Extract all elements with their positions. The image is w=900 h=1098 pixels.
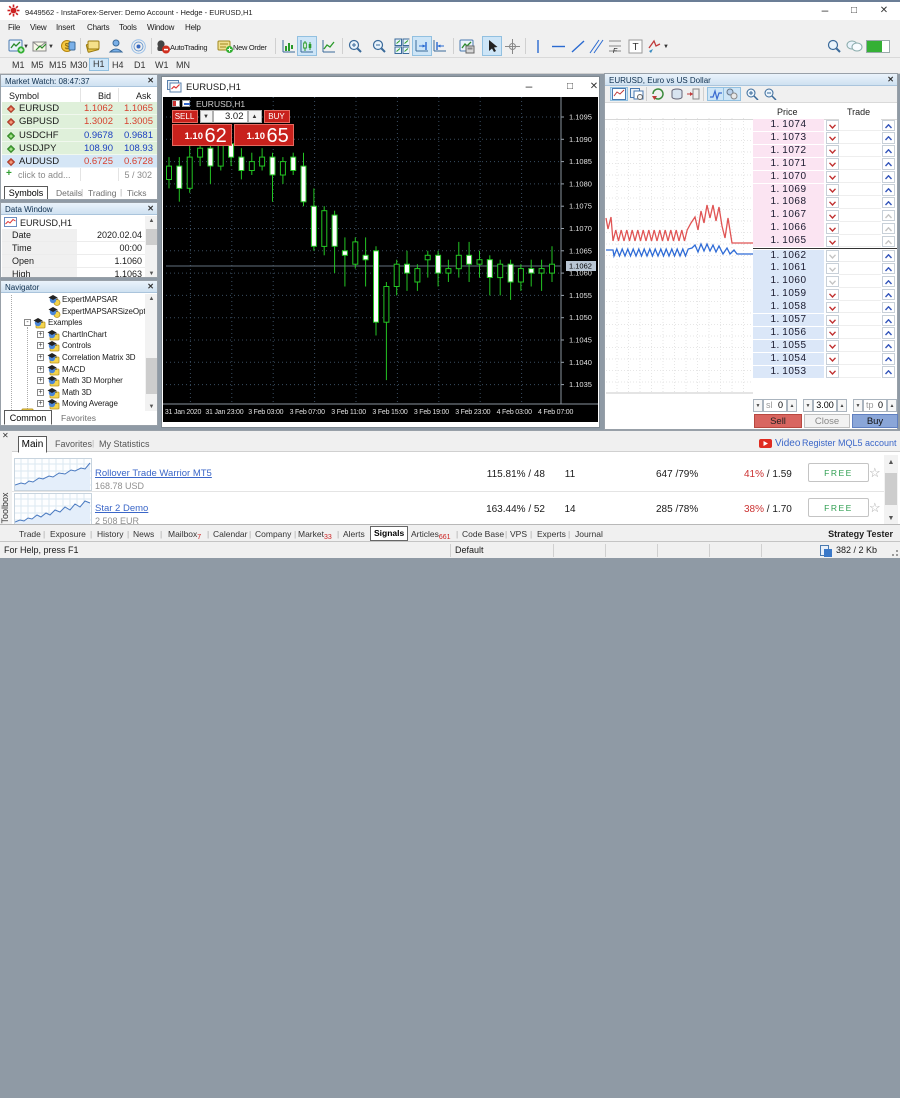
svg-text:4 Feb 03:00: 4 Feb 03:00 (497, 409, 532, 416)
svg-text:F: F (613, 48, 618, 55)
svg-text:1.1075: 1.1075 (569, 202, 592, 211)
svg-text:3 Feb 03:00: 3 Feb 03:00 (248, 409, 283, 416)
svg-text:4 Feb 07:00: 4 Feb 07:00 (538, 409, 573, 416)
svg-text:1.1055: 1.1055 (569, 291, 592, 300)
svg-text:1.1050: 1.1050 (569, 313, 592, 322)
svg-text:1.1085: 1.1085 (569, 157, 592, 166)
svg-text:1.1095: 1.1095 (569, 113, 592, 122)
svg-text:1.1045: 1.1045 (569, 336, 592, 345)
svg-text:1.1065: 1.1065 (569, 246, 592, 255)
svg-text:31 Jan 2020: 31 Jan 2020 (165, 409, 202, 416)
svg-text:3 Feb 23:00: 3 Feb 23:00 (455, 409, 490, 416)
svg-text:3 Feb 07:00: 3 Feb 07:00 (290, 409, 325, 416)
svg-text:1.1062: 1.1062 (569, 262, 592, 271)
svg-text:31 Jan 23:00: 31 Jan 23:00 (205, 409, 243, 416)
svg-text:1.1080: 1.1080 (569, 179, 592, 188)
svg-text:1.1035: 1.1035 (569, 380, 592, 389)
svg-text:1.1070: 1.1070 (569, 224, 592, 233)
svg-text:1.1090: 1.1090 (569, 135, 592, 144)
svg-text:3 Feb 15:00: 3 Feb 15:00 (372, 409, 407, 416)
svg-text:T: T (632, 42, 638, 53)
svg-text:1.1040: 1.1040 (569, 358, 592, 367)
svg-text:3 Feb 19:00: 3 Feb 19:00 (414, 409, 449, 416)
svg-text:3 Feb 11:00: 3 Feb 11:00 (331, 409, 366, 416)
